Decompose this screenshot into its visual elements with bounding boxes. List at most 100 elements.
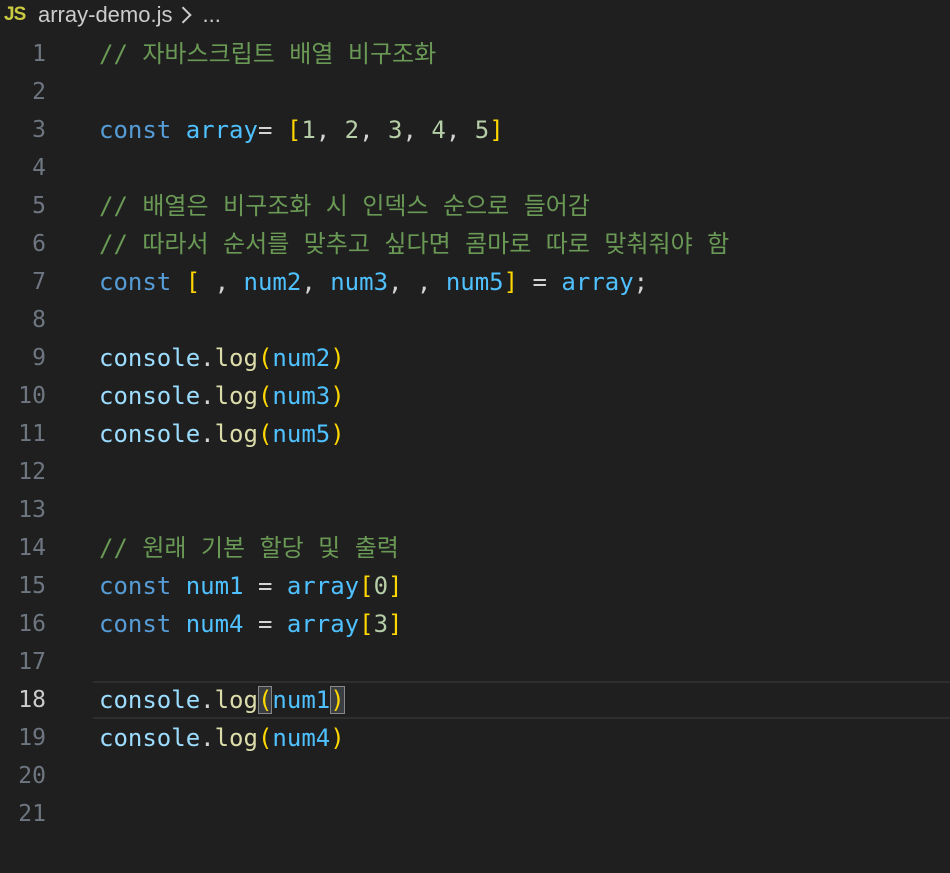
line-number: 18: [18, 687, 46, 713]
code-line[interactable]: 17: [0, 643, 950, 681]
code-token: num1: [272, 686, 331, 714]
code-line[interactable]: 10 console.log(num3): [0, 377, 950, 415]
line-number: 8: [32, 307, 46, 333]
code-token: (: [257, 724, 273, 752]
code-token: console: [99, 420, 201, 448]
line-number: 16: [18, 611, 46, 637]
code-token: console: [99, 724, 201, 752]
code-token: , ,: [388, 268, 446, 296]
code-token: num4: [185, 610, 244, 638]
chevron-right-icon: [175, 6, 193, 24]
breadcrumb-symbols[interactable]: ...: [202, 2, 220, 28]
code-token: num3: [272, 382, 331, 410]
code-line[interactable]: 4: [0, 149, 950, 187]
code-token: console: [99, 344, 201, 372]
code-token: =: [257, 116, 287, 144]
code-token: 3: [388, 116, 403, 144]
code-token: num2: [243, 268, 302, 296]
code-token: .: [200, 724, 215, 752]
code-token: =: [518, 268, 562, 296]
code-token: [: [185, 268, 201, 296]
code-line[interactable]: 2: [0, 73, 950, 111]
breadcrumb-file[interactable]: array-demo.js: [38, 2, 172, 28]
code-token: array: [286, 572, 360, 600]
code-token: const: [99, 116, 186, 144]
code-token: // 배열은 비구조화 시 인덱스 순으로 들어감: [99, 192, 590, 220]
code-token: num5: [272, 420, 331, 448]
code-token: 1: [301, 116, 316, 144]
code-token: ): [330, 344, 345, 372]
code-token: ]: [388, 572, 403, 600]
code-token: // 따라서 순서를 맞추고 싶다면 콤마로 따로 맞춰줘야 함: [99, 230, 730, 258]
code-line[interactable]: 14 // 원래 기본 할당 및 출력: [0, 529, 950, 567]
code-token: (: [257, 686, 273, 714]
code-token: .: [200, 382, 215, 410]
line-number: 6: [32, 231, 46, 257]
code-line[interactable]: 8: [0, 301, 950, 339]
line-number: 19: [18, 725, 46, 751]
line-number: 5: [32, 193, 46, 219]
code-token: (: [257, 344, 273, 372]
code-token: array: [286, 610, 360, 638]
code-line[interactable]: 12: [0, 453, 950, 491]
line-number: 2: [32, 79, 46, 105]
line-number: 11: [18, 421, 46, 447]
code-line[interactable]: 5 // 배열은 비구조화 시 인덱스 순으로 들어감: [0, 187, 950, 225]
code-token: ,: [445, 116, 475, 144]
code-line[interactable]: 20: [0, 757, 950, 795]
code-token: (: [257, 420, 273, 448]
line-number: 10: [18, 383, 46, 409]
code-line[interactable]: 16 const num4 = array[3]: [0, 605, 950, 643]
code-text: // 자바스크립트 배열 비구조화: [99, 35, 436, 73]
line-number: 4: [32, 155, 46, 181]
code-token: console: [99, 686, 201, 714]
code-token: 3: [373, 610, 389, 638]
code-token: [: [286, 116, 302, 144]
code-token: .: [200, 344, 215, 372]
code-text: console.log(num2): [99, 339, 345, 377]
code-token: 5: [474, 116, 490, 144]
code-line[interactable]: 13: [0, 491, 950, 529]
code-text: console.log(num5): [99, 415, 345, 453]
code-token: num1: [185, 572, 244, 600]
code-token: num5: [445, 268, 504, 296]
code-line[interactable]: 19 console.log(num4): [0, 719, 950, 757]
line-number: 7: [32, 269, 46, 295]
code-token: 2: [344, 116, 360, 144]
code-token: ,: [402, 116, 432, 144]
code-token: [: [359, 610, 374, 638]
code-token: num2: [272, 344, 331, 372]
code-token: log: [214, 724, 258, 752]
code-line[interactable]: 7 const [ , num2, num3, , num5] = array;: [0, 263, 950, 301]
code-line[interactable]: 1 // 자바스크립트 배열 비구조화: [0, 35, 950, 73]
code-token: const: [99, 610, 186, 638]
code-text: // 원래 기본 할당 및 출력: [99, 529, 399, 567]
line-number: 14: [18, 535, 46, 561]
code-line[interactable]: 18 console.log(num1): [0, 681, 950, 719]
code-token: ]: [503, 268, 519, 296]
code-line[interactable]: 21: [0, 795, 950, 833]
code-line[interactable]: 6 // 따라서 순서를 맞추고 싶다면 콤마로 따로 맞춰줘야 함: [0, 225, 950, 263]
line-number: 9: [32, 345, 46, 371]
code-token: array: [561, 268, 634, 296]
code-token: ,: [315, 116, 345, 144]
code-line[interactable]: 9 console.log(num2): [0, 339, 950, 377]
code-token: ): [330, 724, 345, 752]
code-token: log: [214, 686, 258, 714]
code-token: ): [330, 686, 345, 714]
code-token: ;: [633, 268, 649, 296]
code-text: // 따라서 순서를 맞추고 싶다면 콤마로 따로 맞춰줘야 함: [99, 225, 729, 263]
code-text: console.log(num3): [99, 377, 345, 415]
line-number: 3: [32, 117, 46, 143]
code-line[interactable]: 3 const array= [1, 2, 3, 4, 5]: [0, 111, 950, 149]
code-token: ,: [359, 116, 389, 144]
javascript-file-icon: JS: [4, 4, 26, 25]
code-editor[interactable]: 1// 자바스크립트 배열 비구조화 2 3 const array= [1, 2, …: [0, 35, 950, 833]
code-line[interactable]: 15 const num1 = array[0]: [0, 567, 950, 605]
code-token: array: [185, 116, 258, 144]
code-text: const num1 = array[0]: [99, 567, 402, 605]
code-token: =: [243, 572, 287, 600]
code-line[interactable]: 11 console.log(num5): [0, 415, 950, 453]
line-number: 21: [18, 801, 46, 827]
code-token: num4: [272, 724, 331, 752]
